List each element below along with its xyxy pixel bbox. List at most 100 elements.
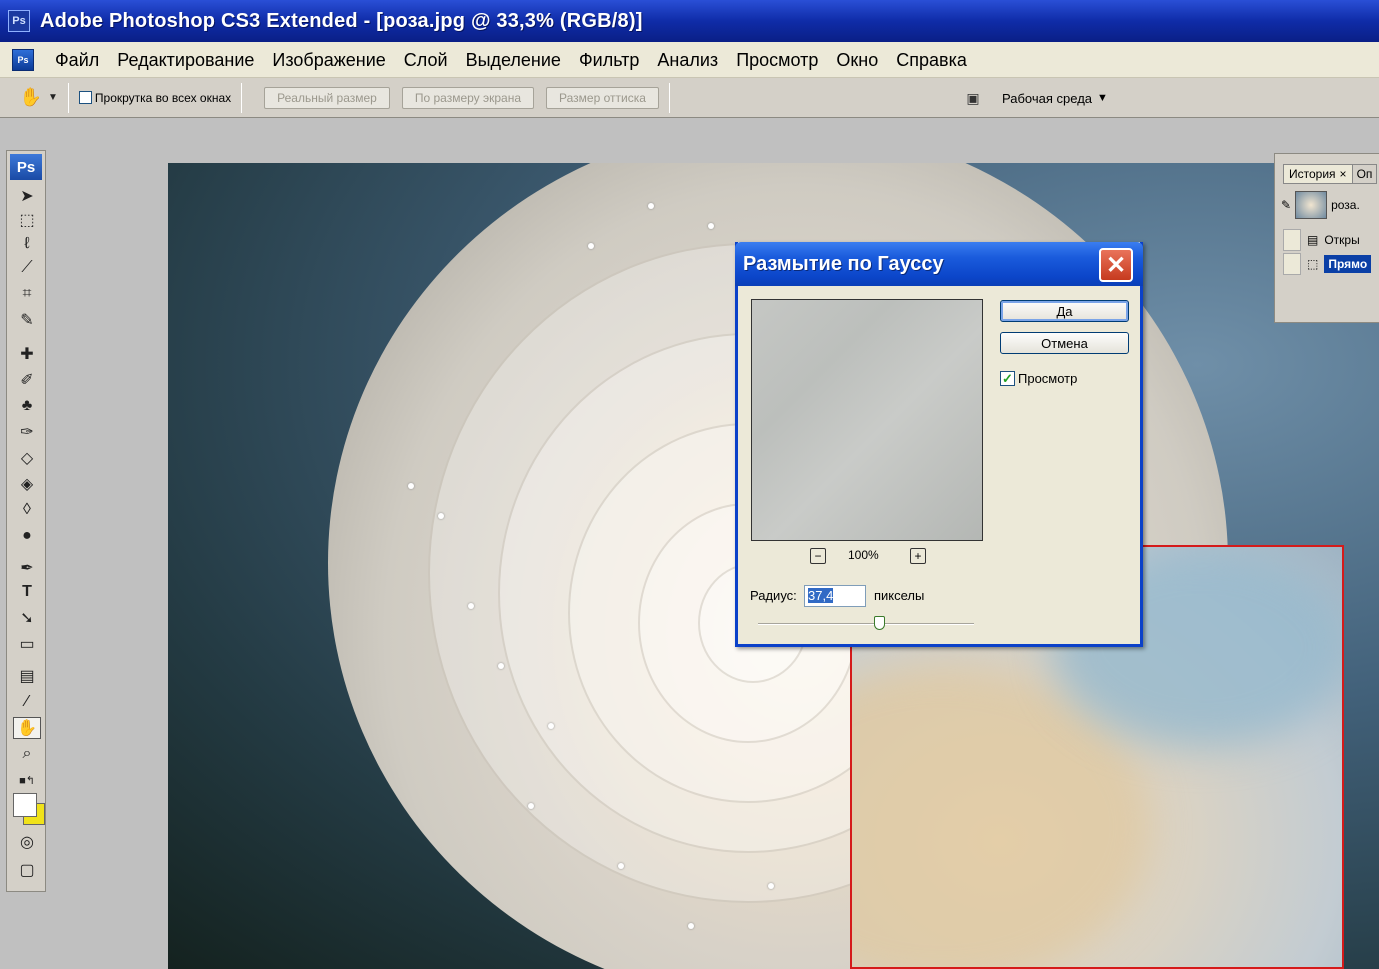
options-separator (241, 82, 243, 113)
blur-icon[interactable]: ◊ (13, 499, 41, 521)
menu-edit[interactable]: Редактирование (108, 45, 263, 75)
brush-icon[interactable]: ✐ (13, 369, 41, 391)
preview-label: Просмотр (1018, 371, 1078, 386)
snapshot-label: роза. (1331, 198, 1360, 212)
ps-logo-icon[interactable]: Ps (10, 154, 42, 180)
eraser-icon[interactable]: ◇ (13, 447, 41, 469)
ps-badge-icon: Ps (8, 10, 30, 32)
healing-brush-icon[interactable]: ✚ (13, 343, 41, 365)
window-title: Adobe Photoshop CS3 Extended - [роза.jpg… (40, 9, 643, 32)
history-panel-tabs: История × Оп (1283, 164, 1378, 184)
history-state-checkbox[interactable] (1283, 229, 1301, 251)
bridge-icon[interactable]: ▣ (960, 87, 986, 109)
screen-mode-icon[interactable]: ▢ (13, 859, 41, 881)
path-selection-icon[interactable]: ➘ (13, 607, 41, 629)
close-icon[interactable]: ✕ (1099, 248, 1133, 282)
app-icon[interactable]: Ps (12, 48, 34, 71)
slice-icon[interactable]: ✎ (13, 309, 41, 331)
zoom-icon[interactable]: ⌕ (13, 743, 41, 765)
hand-tool-preset-icon[interactable]: ✋ (18, 85, 44, 111)
history-snapshot[interactable]: ✎ роза. (1281, 190, 1379, 220)
menu-file[interactable]: Файл (46, 45, 108, 75)
options-separator (67, 82, 69, 113)
history-row-open[interactable]: ▤ Откры (1283, 228, 1379, 252)
swap-colors-icon[interactable]: ■↰ (13, 769, 41, 791)
scroll-all-windows-label: Прокрутка во всех окнах (94, 90, 232, 105)
menu-help[interactable]: Справка (887, 45, 976, 75)
hand-icon[interactable]: ✋ (13, 717, 41, 739)
magic-wand-icon[interactable]: ⟋ (13, 257, 41, 279)
actual-size-button[interactable]: Реальный размер (264, 86, 390, 109)
snapshot-thumbnail (1295, 191, 1328, 219)
shape-icon[interactable]: ▭ (13, 633, 41, 655)
menu-layer[interactable]: Слой (395, 45, 457, 75)
history-panel: История × Оп ✎ роза. ▤ Откры ⬚ Прямо (1274, 153, 1379, 323)
options-separator (668, 82, 670, 113)
water-drop (618, 863, 624, 869)
menu-analysis[interactable]: Анализ (648, 45, 727, 75)
toolbox: Ps ➤ ⬚ ℓ ⟋ ⌗ ✎ ✚ ✐ ♣ ✑ ◇ ◈ ◊ ● ✒ T ➘ ▭ ▤… (6, 150, 46, 892)
fit-screen-button[interactable]: По размеру экрана (401, 86, 535, 109)
print-size-button[interactable]: Размер оттиска (546, 86, 659, 109)
checkmark-icon[interactable]: ✓ (1000, 371, 1015, 386)
preview-checkbox[interactable]: ✓ Просмотр (1000, 371, 1077, 386)
history-row-label: Прямо (1324, 255, 1372, 273)
tab-actions[interactable]: Оп (1352, 164, 1378, 184)
checkbox-box[interactable] (78, 91, 92, 104)
move-icon[interactable]: ➤ (13, 185, 41, 207)
type-icon[interactable]: T (13, 581, 41, 603)
eyedropper-icon[interactable]: ⁄ (13, 691, 41, 713)
menu-filter[interactable]: Фильтр (570, 45, 648, 75)
document-icon: ▤ (1307, 233, 1319, 247)
clone-stamp-icon[interactable]: ♣ (13, 395, 41, 417)
pen-icon[interactable]: ✒ (13, 557, 41, 579)
menu-window[interactable]: Окно (827, 45, 887, 75)
ok-button[interactable]: Да (1000, 300, 1129, 322)
water-drop (498, 663, 504, 669)
dialog-title-bar[interactable]: Размытие по Гауссу ✕ (735, 242, 1143, 286)
tab-history-label: История (1289, 167, 1336, 181)
zoom-in-icon[interactable]: + (910, 548, 926, 564)
history-state-checkbox[interactable] (1283, 253, 1301, 275)
workspace-menu[interactable]: Рабочая среда (1002, 91, 1092, 106)
water-drop (768, 883, 774, 889)
filter-preview[interactable] (751, 299, 983, 541)
menu-select[interactable]: Выделение (457, 45, 570, 75)
notes-icon[interactable]: ▤ (13, 665, 41, 687)
foreground-color-swatch[interactable] (13, 793, 37, 817)
water-drop (688, 923, 694, 929)
radius-slider-track[interactable] (758, 623, 974, 625)
radius-label: Радиус: (750, 588, 797, 603)
scroll-all-windows-checkbox[interactable]: Прокрутка во всех окнах (78, 90, 232, 105)
history-row-label: Откры (1324, 233, 1360, 247)
lasso-icon[interactable]: ℓ (13, 233, 41, 255)
photoshop-window: Ps Adobe Photoshop CS3 Extended - [роза.… (0, 0, 1379, 969)
menu-image[interactable]: Изображение (263, 45, 394, 75)
gaussian-blur-dialog: Размытие по Гауссу ✕ − 100% + Радиус: 37… (735, 242, 1143, 647)
zoom-out-icon[interactable]: − (810, 548, 826, 564)
close-icon[interactable]: × (1340, 167, 1347, 181)
water-drop (438, 513, 444, 519)
radius-input[interactable]: 37,4 (804, 585, 866, 607)
options-bar: ✋ ▼ Прокрутка во всех окнах Реальный раз… (0, 78, 1379, 118)
radius-units: пикселы (874, 588, 925, 603)
cancel-button[interactable]: Отмена (1000, 332, 1129, 354)
history-row-rect[interactable]: ⬚ Прямо (1283, 252, 1379, 276)
title-bar: Ps Adobe Photoshop CS3 Extended - [роза.… (0, 0, 1379, 42)
dodge-icon[interactable]: ● (13, 525, 41, 547)
workspace-switcher: ▣ Рабочая среда ▼ (960, 78, 1108, 118)
tab-history[interactable]: История × (1283, 164, 1353, 184)
chevron-down-icon[interactable]: ▼ (48, 92, 58, 103)
history-brush-icon[interactable]: ✑ (13, 421, 41, 443)
water-drop (708, 223, 714, 229)
marquee-icon[interactable]: ⬚ (13, 209, 41, 231)
dialog-title: Размытие по Гауссу (743, 253, 944, 275)
menu-view[interactable]: Просмотр (727, 45, 827, 75)
quick-mask-icon[interactable]: ◎ (13, 831, 41, 853)
radius-value: 37,4 (808, 588, 834, 603)
radius-slider-thumb[interactable] (874, 616, 885, 630)
chevron-down-icon[interactable]: ▼ (1097, 92, 1108, 104)
paint-bucket-icon[interactable]: ◈ (13, 473, 41, 495)
water-drop (648, 203, 654, 209)
crop-icon[interactable]: ⌗ (13, 283, 41, 305)
